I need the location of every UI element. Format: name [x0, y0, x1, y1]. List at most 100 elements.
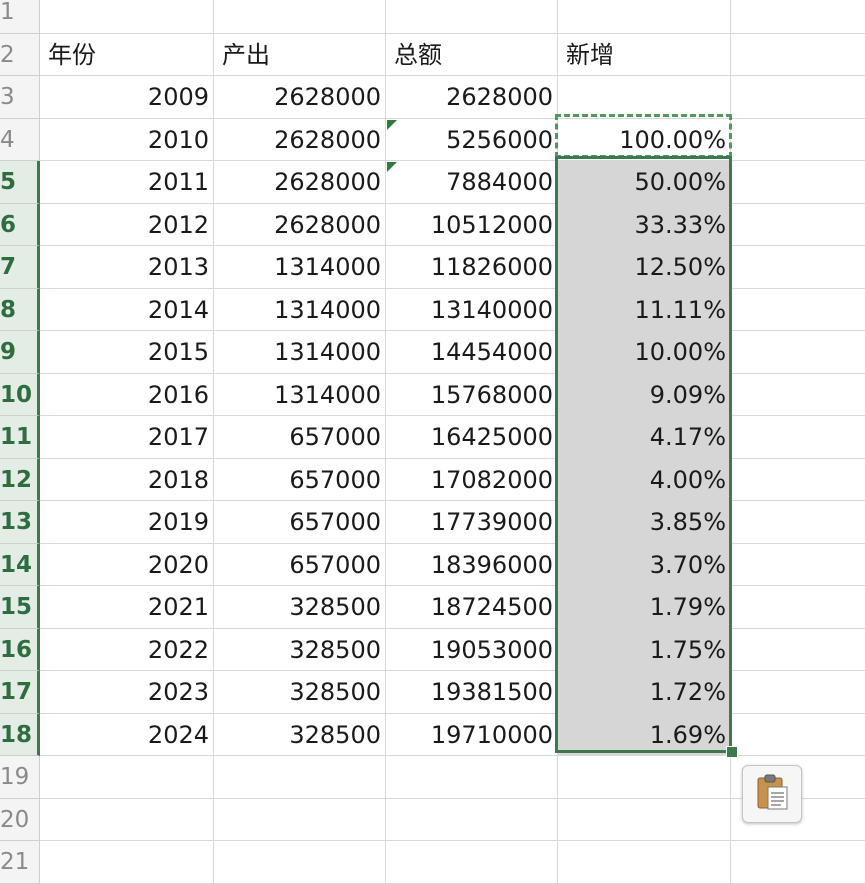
- cell-year[interactable]: [40, 841, 214, 884]
- cell-total[interactable]: 18724500: [386, 586, 558, 629]
- row-number[interactable]: 20: [0, 798, 40, 841]
- row-number[interactable]: 6: [0, 203, 40, 246]
- cell-year[interactable]: 2021: [40, 586, 214, 629]
- cell-total[interactable]: 10512000: [386, 203, 558, 246]
- error-indicator-icon[interactable]: [387, 119, 397, 130]
- cell-output[interactable]: [214, 798, 386, 841]
- cell-total[interactable]: 15768000: [386, 373, 558, 416]
- cell-increase[interactable]: 3.70%: [558, 543, 731, 586]
- row-number[interactable]: 13: [0, 501, 40, 544]
- cell-year[interactable]: 2017: [40, 416, 214, 459]
- cell-year[interactable]: 2016: [40, 373, 214, 416]
- fill-handle[interactable]: [726, 746, 738, 758]
- cell-increase[interactable]: 新增: [558, 33, 731, 76]
- cell-increase[interactable]: 4.17%: [558, 416, 731, 459]
- cell-year[interactable]: 2010: [40, 118, 214, 161]
- row-number[interactable]: 2: [0, 33, 40, 76]
- cell-output[interactable]: [214, 756, 386, 799]
- row-number[interactable]: 4: [0, 118, 40, 161]
- cell-increase[interactable]: [558, 756, 731, 799]
- cell-total[interactable]: 16425000: [386, 416, 558, 459]
- cell-increase[interactable]: 11.11%: [558, 288, 731, 331]
- cell-increase[interactable]: 4.00%: [558, 458, 731, 501]
- cell-empty[interactable]: [731, 714, 865, 756]
- row-number[interactable]: 5: [0, 161, 40, 204]
- cell-empty[interactable]: [731, 629, 865, 671]
- cell-output[interactable]: 328500: [214, 713, 386, 756]
- cell-year[interactable]: 2014: [40, 288, 214, 331]
- cell-output[interactable]: 328500: [214, 671, 386, 714]
- cell-total[interactable]: 19381500: [386, 671, 558, 714]
- cell-total[interactable]: 18396000: [386, 543, 558, 586]
- row-number[interactable]: 14: [0, 543, 40, 586]
- cell-empty[interactable]: [731, 0, 865, 34]
- cell-total[interactable]: 11826000: [386, 246, 558, 289]
- cell-output[interactable]: 657000: [214, 543, 386, 586]
- cell-total[interactable]: 17739000: [386, 501, 558, 544]
- cell-year[interactable]: [40, 756, 214, 799]
- paste-options-button[interactable]: [742, 765, 802, 823]
- cell-output[interactable]: 657000: [214, 458, 386, 501]
- cell-output[interactable]: 1314000: [214, 246, 386, 289]
- row-number[interactable]: 9: [0, 331, 40, 374]
- cell-output[interactable]: 2628000: [214, 203, 386, 246]
- cell-empty[interactable]: [731, 34, 865, 76]
- cell-year[interactable]: 2012: [40, 203, 214, 246]
- cell-year[interactable]: 2015: [40, 331, 214, 374]
- cell-increase[interactable]: [558, 841, 731, 884]
- cell-increase[interactable]: 1.69%: [558, 713, 731, 756]
- cell-empty[interactable]: [731, 289, 865, 331]
- cell-output[interactable]: 2628000: [214, 76, 386, 119]
- cell-increase[interactable]: 1.79%: [558, 586, 731, 629]
- cell-increase[interactable]: [558, 0, 731, 34]
- row-number[interactable]: 8: [0, 288, 40, 331]
- cell-year[interactable]: 年份: [40, 33, 214, 76]
- cell-year[interactable]: 2018: [40, 458, 214, 501]
- row-number[interactable]: 21: [0, 841, 40, 884]
- cell-total[interactable]: [386, 0, 558, 34]
- cell-empty[interactable]: [731, 331, 865, 374]
- row-number[interactable]: 7: [0, 246, 40, 289]
- cell-increase[interactable]: 50.00%: [558, 161, 731, 204]
- cell-increase[interactable]: [558, 798, 731, 841]
- cell-year[interactable]: 2013: [40, 246, 214, 289]
- cell-year[interactable]: 2023: [40, 671, 214, 714]
- row-number[interactable]: 1: [0, 0, 40, 34]
- cell-empty[interactable]: [731, 501, 865, 544]
- cell-total[interactable]: 总额: [386, 33, 558, 76]
- cell-year[interactable]: 2011: [40, 161, 214, 204]
- cell-output[interactable]: [214, 841, 386, 884]
- cell-year[interactable]: 2022: [40, 628, 214, 671]
- cell-year[interactable]: [40, 0, 214, 34]
- cell-increase[interactable]: 100.00%: [558, 118, 731, 161]
- cell-total[interactable]: 17082000: [386, 458, 558, 501]
- row-number[interactable]: 19: [0, 756, 40, 799]
- cell-year[interactable]: 2024: [40, 713, 214, 756]
- cell-output[interactable]: 657000: [214, 416, 386, 459]
- cell-year[interactable]: 2020: [40, 543, 214, 586]
- cell-output[interactable]: 1314000: [214, 288, 386, 331]
- row-number[interactable]: 11: [0, 416, 40, 459]
- row-number[interactable]: 10: [0, 373, 40, 416]
- row-number[interactable]: 3: [0, 76, 40, 119]
- cell-empty[interactable]: [731, 544, 865, 586]
- cell-year[interactable]: [40, 798, 214, 841]
- row-number[interactable]: 12: [0, 458, 40, 501]
- cell-output[interactable]: 2628000: [214, 161, 386, 204]
- cell-increase[interactable]: 9.09%: [558, 373, 731, 416]
- cell-empty[interactable]: [731, 586, 865, 629]
- cell-increase[interactable]: 33.33%: [558, 203, 731, 246]
- cell-increase[interactable]: [558, 76, 731, 119]
- cell-output[interactable]: 657000: [214, 501, 386, 544]
- cell-total[interactable]: [386, 756, 558, 799]
- cell-output[interactable]: 328500: [214, 628, 386, 671]
- cell-total[interactable]: 14454000: [386, 331, 558, 374]
- cell-total[interactable]: 5256000: [386, 118, 558, 161]
- cell-total[interactable]: 13140000: [386, 288, 558, 331]
- cell-total[interactable]: 2628000: [386, 76, 558, 119]
- cell-empty[interactable]: [731, 204, 865, 246]
- cell-total[interactable]: [386, 798, 558, 841]
- cell-output[interactable]: [214, 0, 386, 34]
- cell-empty[interactable]: [731, 671, 865, 714]
- cell-empty[interactable]: [731, 374, 865, 416]
